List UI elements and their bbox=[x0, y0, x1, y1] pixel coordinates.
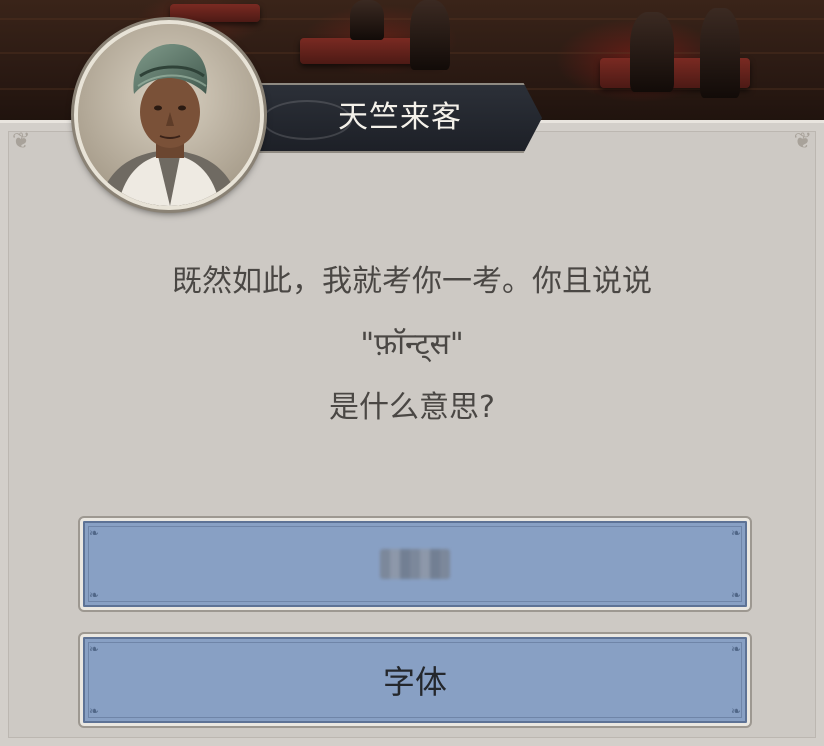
obscured-answer-label bbox=[380, 549, 450, 579]
turbaned-traveler-portrait-icon bbox=[78, 24, 260, 206]
dialog-text-line-1: 既然如此，我就考你一考。你且说说 bbox=[172, 264, 652, 299]
answer-option-2-label: 字体 bbox=[382, 663, 447, 701]
answer-option-1-button[interactable]: ❧ ❧ ❧ ❧ bbox=[78, 516, 752, 612]
button-corner-ornament-icon: ❧ bbox=[89, 526, 100, 540]
corner-ornament-icon: ❦ bbox=[12, 129, 31, 154]
button-corner-ornament-icon: ❧ bbox=[730, 588, 741, 602]
button-corner-ornament-icon: ❧ bbox=[730, 642, 741, 656]
dialog-foreign-word: "फ़ॉन्ट्स" bbox=[360, 327, 464, 362]
answer-option-2-button[interactable]: ❧ ❧ ❧ ❧ 字体 bbox=[78, 632, 752, 728]
npc-name: 天竺来客 bbox=[338, 100, 462, 135]
button-corner-ornament-icon: ❧ bbox=[730, 704, 741, 718]
button-corner-ornament-icon: ❧ bbox=[89, 704, 100, 718]
button-corner-ornament-icon: ❧ bbox=[730, 526, 741, 540]
dialog-text-line-3: 是什么意思? bbox=[329, 390, 495, 425]
corner-ornament-icon: ❦ bbox=[793, 129, 812, 154]
button-corner-ornament-icon: ❧ bbox=[89, 642, 100, 656]
button-corner-ornament-icon: ❧ bbox=[89, 588, 100, 602]
npc-portrait bbox=[74, 20, 264, 210]
